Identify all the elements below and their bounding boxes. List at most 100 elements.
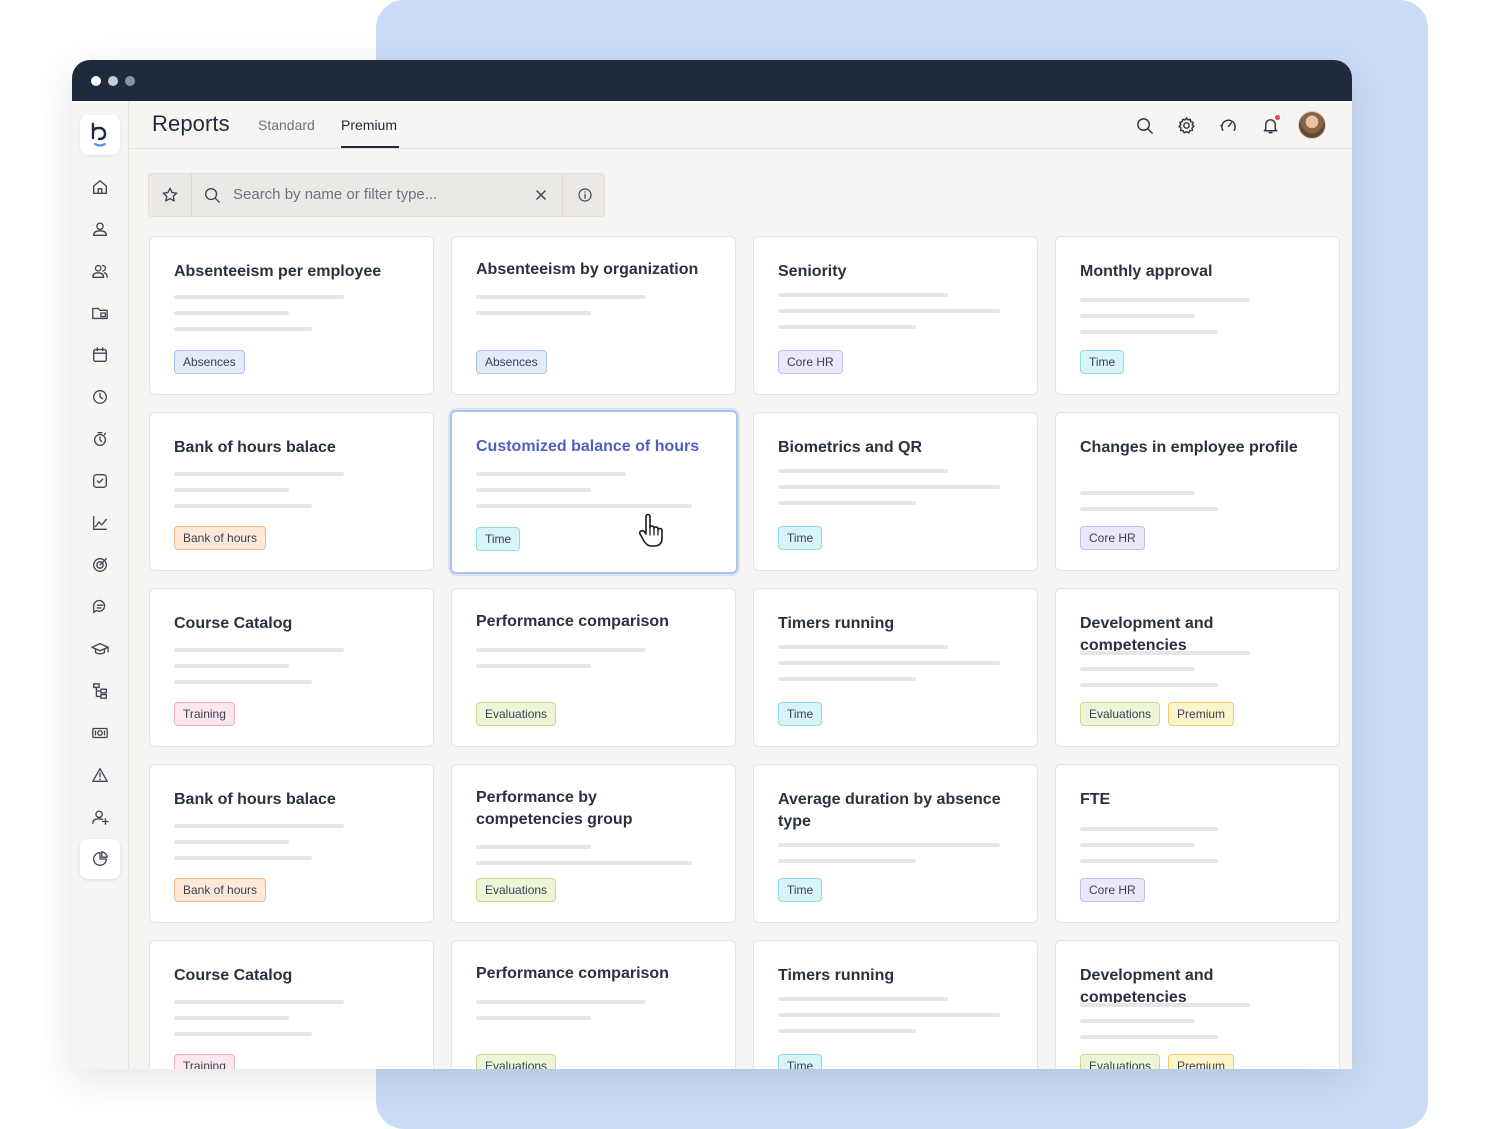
notification-dot — [1274, 114, 1281, 121]
search-bar — [148, 173, 605, 217]
category-tag[interactable]: Core HR — [778, 350, 843, 374]
report-card[interactable]: Performance by competencies group Evalua… — [451, 764, 736, 923]
report-card-title: Changes in employee profile — [1080, 439, 1298, 456]
category-tag[interactable]: Evaluations — [1080, 702, 1161, 726]
category-tag[interactable]: Time — [778, 878, 823, 902]
category-tag[interactable]: Time — [778, 1054, 823, 1069]
report-card[interactable]: Course Catalog Training — [149, 940, 434, 1069]
pie-chart-icon[interactable] — [90, 849, 110, 869]
category-tag[interactable]: Time — [1080, 350, 1125, 374]
graduation-icon[interactable] — [90, 639, 110, 659]
category-tag[interactable]: Evaluations — [476, 702, 557, 726]
category-tag[interactable]: Absences — [174, 350, 245, 374]
report-card[interactable]: Seniority Core HR — [753, 236, 1038, 395]
tab-premium[interactable]: Premium — [341, 117, 397, 133]
user-add-icon[interactable] — [90, 807, 110, 827]
sidebar — [72, 101, 129, 1069]
timer-icon[interactable] — [90, 429, 110, 449]
title-bar — [72, 60, 1352, 101]
report-card[interactable]: FTE Core HR — [1055, 764, 1340, 923]
report-card[interactable]: Course Catalog Training — [149, 588, 434, 747]
category-tag[interactable]: Time — [778, 702, 823, 726]
premium-tag[interactable]: Premium — [1168, 1054, 1235, 1069]
checkbox-icon[interactable] — [90, 471, 110, 491]
page-title: Reports — [152, 111, 230, 136]
report-card[interactable]: Changes in employee profile Core HR — [1055, 412, 1340, 571]
category-tag[interactable]: Time — [778, 526, 823, 550]
category-tag[interactable]: Training — [174, 1054, 235, 1069]
report-card-title: Course Catalog — [174, 967, 293, 984]
report-card[interactable]: Monthly approval Time — [1055, 236, 1340, 395]
clear-icon[interactable] — [535, 188, 547, 206]
category-tag[interactable]: Evaluations — [1080, 1054, 1161, 1069]
clock-icon[interactable] — [90, 387, 110, 407]
tab-standard[interactable]: Standard — [258, 117, 315, 133]
window-maximize-dot[interactable] — [125, 75, 135, 86]
logo-icon — [91, 122, 107, 147]
avatar[interactable] — [1298, 111, 1326, 139]
app-logo[interactable] — [80, 115, 120, 155]
report-card[interactable]: Biometrics and QR Time — [753, 412, 1038, 571]
search-icon[interactable] — [1133, 114, 1155, 136]
category-tag[interactable]: Bank of hours — [174, 878, 267, 902]
app-window: Reports Standard Premium Absenteeism per… — [72, 60, 1352, 1069]
speed-icon[interactable] — [1217, 114, 1239, 136]
report-card-title: Timers running — [778, 967, 895, 984]
category-tag[interactable]: Bank of hours — [174, 526, 267, 550]
info-icon[interactable] — [562, 174, 606, 216]
report-card[interactable]: Absenteeism by organization Absences — [451, 236, 736, 395]
bell-icon[interactable] — [1259, 114, 1281, 136]
report-card-title: Seniority — [778, 263, 847, 280]
category-tag[interactable]: Core HR — [1080, 526, 1145, 550]
report-card[interactable]: Development and competencies Evaluations… — [1055, 940, 1340, 1069]
hand-cursor-icon — [637, 513, 667, 554]
category-tag[interactable]: Absences — [476, 350, 547, 374]
settings-icon[interactable] — [1175, 114, 1197, 136]
category-tag[interactable]: Training — [174, 702, 235, 726]
home-icon[interactable] — [90, 177, 110, 197]
users-icon[interactable] — [90, 261, 110, 281]
target-icon[interactable] — [90, 555, 110, 575]
window-close-dot[interactable] — [91, 75, 101, 86]
calendar-icon[interactable] — [90, 345, 110, 365]
report-card[interactable]: Timers running Time — [753, 588, 1038, 747]
alert-icon[interactable] — [90, 765, 110, 785]
report-card-title: Course Catalog — [174, 615, 293, 632]
report-card-title: Bank of hours balace — [174, 439, 336, 456]
report-card-title: Monthly approval — [1080, 263, 1213, 280]
report-card-title: Performance by competencies group — [476, 789, 633, 828]
report-card[interactable]: Average duration by absence type Time — [753, 764, 1038, 923]
chat-icon[interactable] — [90, 597, 110, 617]
active-tab-underline — [341, 146, 399, 148]
search-field-icon — [203, 186, 221, 209]
premium-tag[interactable]: Premium — [1168, 702, 1235, 726]
report-card-title: Timers running — [778, 615, 895, 632]
category-tag[interactable]: Core HR — [1080, 878, 1145, 902]
report-card[interactable]: Timers running Time — [753, 940, 1038, 1069]
report-card[interactable]: Bank of hours balace Bank of hours — [149, 412, 434, 571]
report-card[interactable]: Bank of hours balace Bank of hours — [149, 764, 434, 923]
report-card-title: Absenteeism by organization — [476, 261, 699, 278]
report-card-hovered[interactable]: Customized balance of hours Time — [450, 410, 738, 574]
report-card[interactable]: Development and competencies Evaluations… — [1055, 588, 1340, 747]
category-tag[interactable]: Time — [476, 527, 521, 551]
folder-icon[interactable] — [90, 303, 110, 323]
user-icon[interactable] — [90, 219, 110, 239]
money-icon[interactable] — [90, 723, 110, 743]
top-header: Reports Standard Premium — [129, 101, 1352, 149]
search-input[interactable] — [233, 186, 523, 203]
report-card-title: Absenteeism per employee — [174, 263, 382, 280]
category-tag[interactable]: Evaluations — [476, 878, 557, 902]
report-card-title: Bank of hours balace — [174, 791, 336, 808]
window-minimize-dot[interactable] — [108, 75, 118, 86]
report-card-title: Performance comparison — [476, 613, 669, 630]
report-card-title: Performance comparison — [476, 965, 669, 982]
star-icon[interactable] — [149, 174, 192, 216]
chart-icon[interactable] — [90, 513, 110, 533]
report-card[interactable]: Performance comparison Evaluations — [451, 588, 736, 747]
category-tag[interactable]: Evaluations — [476, 1054, 557, 1069]
report-card[interactable]: Performance comparison Evaluations — [451, 940, 736, 1069]
org-icon[interactable] — [90, 681, 110, 701]
report-card-title: FTE — [1080, 791, 1111, 808]
report-card[interactable]: Absenteeism per employee Absences — [149, 236, 434, 395]
